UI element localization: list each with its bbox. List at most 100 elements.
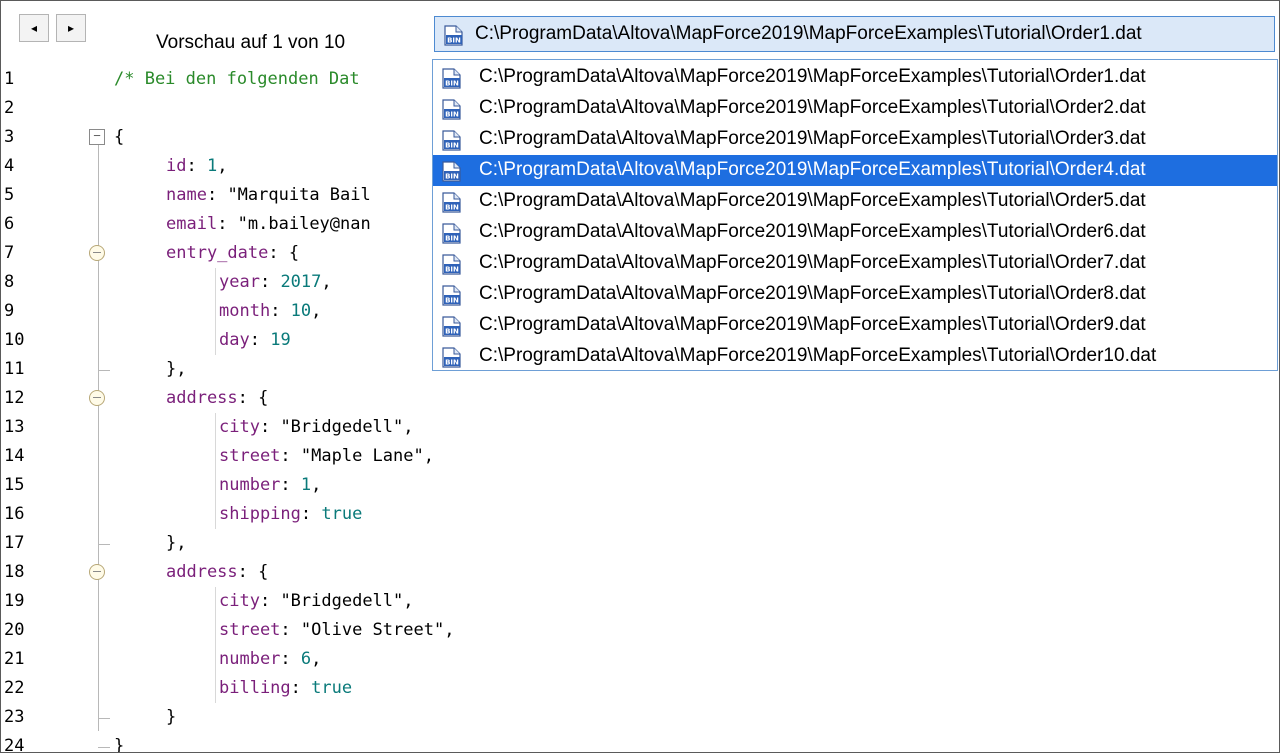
code-line: 24} [1, 732, 1279, 753]
line-number: 23 [4, 707, 25, 727]
code-token-punc: : [186, 156, 207, 176]
collapse-toggle-icon[interactable]: − [89, 129, 105, 145]
next-file-button[interactable]: ▸ [56, 14, 86, 42]
code-token-punc: : { [268, 243, 300, 263]
code-token-punc: , [423, 446, 434, 466]
code-token-key: month [219, 301, 271, 321]
code-token-punc: }, [166, 533, 187, 553]
code-token-punc: : [217, 214, 238, 234]
code-token-key: email [166, 214, 218, 234]
code-text: entry_date: { [166, 239, 299, 268]
code-token-punc: , [311, 649, 322, 669]
code-token-punc: : [290, 678, 312, 698]
editor-window: ◂ ▸ Vorschau auf 1 von 10 1 /* Bei den fo… [0, 0, 1280, 753]
preview-counter-label: Vorschau auf 1 von 10 [156, 32, 346, 53]
code-token-punc: }, [166, 359, 187, 379]
code-token-punc: : [300, 504, 322, 524]
code-token-punc: , [321, 272, 332, 292]
code-token-punc: : [259, 591, 281, 611]
dropdown-option[interactable]: BIN C:\ProgramData\Altova\MapForce2019\Ma… [433, 124, 1277, 155]
code-token-punc: } [114, 736, 125, 753]
dropdown-option[interactable]: BIN C:\ProgramData\Altova\MapForce2019\Ma… [433, 341, 1277, 372]
code-text: month: 10, [219, 297, 321, 326]
line-number: 1 [4, 69, 15, 89]
dropdown-option-label: C:\ProgramData\Altova\MapForce2019\MapFo… [479, 283, 1146, 304]
bin-file-icon: BIN [442, 99, 461, 120]
code-line: 20 street: "Olive Street", [1, 616, 1279, 645]
code-token-str: "Marquita Bail [227, 185, 371, 205]
code-token-punc: : { [237, 388, 269, 408]
code-text: address: { [166, 384, 268, 413]
code-token-bool: true [311, 678, 353, 698]
code-token-key: shipping [219, 504, 301, 524]
code-text: email: "m.bailey@nan [166, 210, 371, 239]
svg-text:BIN: BIN [445, 359, 459, 367]
code-token-punc: , [444, 620, 455, 640]
code-token-key: number [219, 475, 281, 495]
dropdown-option[interactable]: BIN C:\ProgramData\Altova\MapForce2019\Ma… [433, 155, 1277, 186]
line-number: 2 [4, 98, 15, 118]
bin-file-icon: BIN [442, 316, 461, 337]
code-token-punc: : [270, 301, 291, 321]
code-token-num: 1 [300, 475, 312, 495]
line-number: 20 [4, 620, 25, 640]
dropdown-option[interactable]: BIN C:\ProgramData\Altova\MapForce2019\Ma… [433, 93, 1277, 124]
file-select-combobox[interactable]: BIN C:\ProgramData\Altova\MapForce2019\M… [434, 16, 1275, 52]
code-text: shipping: true [219, 500, 362, 529]
code-token-key: city [219, 417, 260, 437]
dropdown-option[interactable]: BIN C:\ProgramData\Altova\MapForce2019\Ma… [433, 279, 1277, 310]
line-number: 3 [4, 127, 15, 147]
code-token-punc: , [403, 417, 414, 437]
dropdown-option-label: C:\ProgramData\Altova\MapForce2019\MapFo… [479, 314, 1146, 335]
triangle-right-icon: ▸ [67, 21, 75, 35]
dropdown-option[interactable]: BIN C:\ProgramData\Altova\MapForce2019\Ma… [433, 217, 1277, 248]
svg-text:BIN: BIN [445, 111, 459, 119]
code-text: street: "Olive Street", [219, 616, 454, 645]
collapse-toggle-icon[interactable] [89, 564, 105, 580]
previous-file-button[interactable]: ◂ [19, 14, 49, 42]
bin-file-icon: BIN [442, 347, 461, 368]
code-token-str: "m.bailey@nan [237, 214, 371, 234]
dropdown-option[interactable]: BIN C:\ProgramData\Altova\MapForce2019\Ma… [433, 248, 1277, 279]
code-token-punc: : [280, 446, 301, 466]
svg-text:BIN: BIN [445, 297, 459, 305]
code-token-key: id [166, 156, 187, 176]
dropdown-option[interactable]: BIN C:\ProgramData\Altova\MapForce2019\Ma… [433, 62, 1277, 93]
collapse-toggle-icon[interactable] [89, 245, 105, 261]
code-token-num: 2017 [280, 272, 322, 292]
code-token-str: "Olive Street" [300, 620, 445, 640]
code-text: }, [166, 355, 186, 384]
code-token-num: 6 [300, 649, 312, 669]
code-token-str: "Bridgedell" [280, 417, 404, 437]
code-token-str: "Maple Lane" [300, 446, 424, 466]
collapse-toggle-icon[interactable] [89, 390, 105, 406]
dropdown-option[interactable]: BIN C:\ProgramData\Altova\MapForce2019\Ma… [433, 186, 1277, 217]
code-line: 14 street: "Maple Lane", [1, 442, 1279, 471]
code-line: 21 number: 6, [1, 645, 1279, 674]
file-select-value: C:\ProgramData\Altova\MapForce2019\MapFo… [475, 23, 1142, 44]
line-number: 24 [4, 736, 25, 753]
bin-file-icon: BIN [442, 130, 461, 151]
dropdown-option-label: C:\ProgramData\Altova\MapForce2019\MapFo… [479, 190, 1146, 211]
code-token-punc: { [114, 127, 125, 147]
code-text: name: "Marquita Bail [166, 181, 371, 210]
code-line: 19 city: "Bridgedell", [1, 587, 1279, 616]
line-number: 18 [4, 562, 25, 582]
code-token-key: number [219, 649, 281, 669]
code-token-key: name [166, 185, 207, 205]
code-text: billing: true [219, 674, 352, 703]
svg-text:BIN: BIN [445, 173, 459, 181]
dropdown-option[interactable]: BIN C:\ProgramData\Altova\MapForce2019\Ma… [433, 310, 1277, 341]
line-number: 7 [4, 243, 15, 263]
code-token-key: address [166, 562, 238, 582]
code-token-bool: true [321, 504, 363, 524]
line-number: 16 [4, 504, 25, 524]
line-number: 5 [4, 185, 15, 205]
code-text: /* Bei den folgenden Dat [114, 65, 360, 94]
dropdown-option-label: C:\ProgramData\Altova\MapForce2019\MapFo… [479, 159, 1146, 180]
code-token-punc: : [206, 185, 228, 205]
line-number: 14 [4, 446, 25, 466]
code-text: street: "Maple Lane", [219, 442, 434, 471]
dropdown-option-label: C:\ProgramData\Altova\MapForce2019\MapFo… [479, 128, 1146, 149]
dropdown-option-label: C:\ProgramData\Altova\MapForce2019\MapFo… [479, 252, 1146, 273]
